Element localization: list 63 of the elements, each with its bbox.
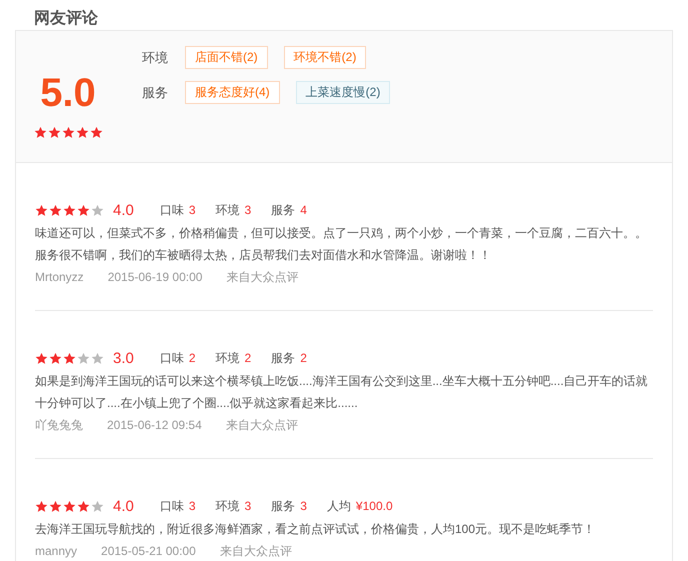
tag-category: 服务 <box>142 84 169 102</box>
star-icon <box>34 126 46 139</box>
star-icon <box>35 500 48 512</box>
rating-label: 服务 <box>271 202 296 218</box>
review-date: 2015-05-21 00:00 <box>101 543 196 560</box>
rating-label: 环境 <box>216 202 240 218</box>
rating-label: 服务 <box>271 498 296 514</box>
rating-label: 人均 <box>326 498 351 514</box>
star-icon <box>91 204 104 216</box>
review-score: 4.0 <box>113 202 134 218</box>
rating-value: 3 <box>300 499 307 513</box>
star-icon <box>49 352 62 364</box>
rating-label: 口味 <box>160 498 184 514</box>
rating-label: 环境 <box>216 498 240 514</box>
rating-label: 服务 <box>271 350 296 366</box>
star-icon <box>77 204 90 216</box>
section-title: 网友评论 <box>33 8 99 29</box>
star-icon <box>49 500 62 512</box>
rating-value: 3 <box>244 499 252 513</box>
star-icon <box>63 352 76 364</box>
review-text: 味道还可以，但菜式不多，价格稍偏贵，但可以接受。点了一只鸡，两个小炒，一个青菜，一个豆腐，二百六十。。服务很不错啊，我们的车被晒得太热，店员帮我们去对面借水和水管降温。谢谢啦！！ <box>35 225 648 264</box>
review-author: 吖兔兔兔 <box>35 417 83 434</box>
star-icon <box>90 126 102 139</box>
review-source: 来自大众点评 <box>226 417 298 434</box>
star-icon <box>77 500 90 512</box>
rating-value: 4 <box>300 203 307 217</box>
rating-value: ¥100.0 <box>356 499 393 513</box>
rating-value: 3 <box>188 203 196 217</box>
review-tag[interactable]: 环境不错(2) <box>284 46 366 69</box>
review-author: mannyy <box>35 543 78 560</box>
star-icon <box>91 352 104 364</box>
star-icon <box>35 352 48 364</box>
rating-label: 口味 <box>160 202 184 218</box>
star-icon <box>49 204 62 216</box>
review-score: 3.0 <box>113 350 134 366</box>
overall-score: 5.0 <box>40 71 96 115</box>
review-source: 来自大众点评 <box>226 269 298 286</box>
review-source: 来自大众点评 <box>220 543 292 560</box>
rating-value: 2 <box>188 351 196 365</box>
rating-value: 3 <box>188 499 196 513</box>
review-tag[interactable]: 店面不错(2) <box>185 46 268 69</box>
star-icon <box>35 204 48 216</box>
star-icon <box>48 126 60 139</box>
rating-label: 口味 <box>160 350 184 366</box>
rating-label: 环境 <box>216 350 240 366</box>
review-text: 去海洋王国玩导航找的，附近很多海鲜酒家，看之前点评试试，价格偏贵，人均100元。现不是吃蚝季节！ <box>35 521 596 538</box>
star-icon <box>63 500 76 512</box>
star-icon <box>76 126 88 139</box>
star-icon <box>91 500 104 512</box>
review-score: 4.0 <box>113 498 134 514</box>
review-text: 如果是到海洋王国玩的话可以来这个横琴镇上吃饭....海洋王国有公交到这里...坐车大概十五分钟吧....自己开车的话就十分钟可以了....在小镇上兜了个圈....似乎就这家看起来比...... <box>35 373 649 412</box>
star-icon <box>63 204 76 216</box>
review-tag[interactable]: 服务态度好(4) <box>185 81 280 104</box>
review-date: 2015-06-19 00:00 <box>108 269 202 286</box>
star-icon <box>62 126 74 139</box>
tag-category: 环境 <box>142 48 169 66</box>
rating-value: 2 <box>300 351 307 365</box>
review-date: 2015-06-12 09:54 <box>107 417 202 434</box>
review-author: Mrtonyzz <box>35 269 84 286</box>
star-icon <box>77 352 90 364</box>
rating-value: 3 <box>244 203 252 217</box>
rating-value: 2 <box>244 351 252 365</box>
review-tag[interactable]: 上菜速度慢(2) <box>296 81 390 104</box>
